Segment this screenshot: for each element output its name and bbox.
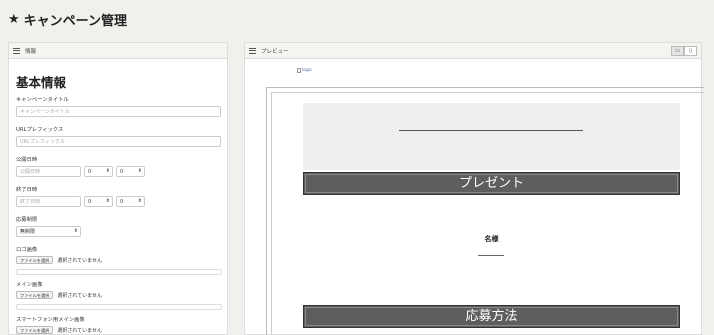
- basic-info-form: 基本情報 キャンペーンタイトル キャンペーンタイトル URLプレフィックス UR…: [9, 59, 227, 334]
- apply-limit-select[interactable]: 無制限: [16, 226, 81, 237]
- apply-method-banner: 応募方法: [303, 305, 680, 328]
- logo-image: logo: [297, 68, 312, 73]
- desktop-view-button[interactable]: ▭: [671, 46, 684, 56]
- url-prefix-input[interactable]: URLプレフィックス: [16, 136, 221, 147]
- winners-count-label: 名様: [484, 235, 499, 243]
- end-date-input[interactable]: 終了日時: [16, 196, 81, 207]
- info-panel-title: 情報: [25, 48, 37, 55]
- end-date-row: 終了日時 0 0: [16, 196, 220, 207]
- info-panel-header: 情報: [9, 43, 227, 59]
- preview-panel: プレビュー ▭ ▯ logo プレゼント 名様 応募方法: [244, 42, 704, 335]
- publish-minute-select[interactable]: 0: [116, 166, 145, 177]
- publish-date-row: 公開日時 0 0: [16, 166, 220, 177]
- title-divider: [399, 130, 583, 131]
- sp-main-file-button[interactable]: ファイルを選択: [16, 326, 54, 334]
- sp-main-file-status: 選択されていません: [57, 327, 103, 334]
- campaign-title-label: キャンペーンタイトル: [16, 97, 69, 103]
- list-icon: [13, 47, 20, 54]
- main-image-label: メイン画像: [16, 282, 43, 288]
- sp-main-image-label: スマートフォン用メイン画像: [16, 317, 85, 323]
- mobile-view-button[interactable]: ▯: [684, 46, 697, 56]
- info-panel: 情報 基本情報 キャンペーンタイトル キャンペーンタイトル URLプレフィックス…: [8, 42, 228, 335]
- url-prefix-label: URLプレフィックス: [16, 127, 64, 133]
- logo-preview-box: [16, 269, 222, 275]
- view-toggle: ▭ ▯: [671, 46, 697, 56]
- preview-panel-header: プレビュー ▭ ▯: [245, 43, 701, 59]
- main-image-file-row: ファイルを選択 選択されていません: [16, 291, 220, 299]
- basic-info-heading: 基本情報: [16, 75, 67, 90]
- logo-file-button[interactable]: ファイルを選択: [16, 256, 54, 264]
- star-icon: ★: [8, 12, 20, 27]
- winners-divider: [478, 255, 504, 256]
- main-preview-box: [16, 304, 222, 310]
- end-hour-select[interactable]: 0: [84, 196, 113, 207]
- logo-image-label: ロゴ画像: [16, 247, 38, 253]
- preview-frame: プレゼント 名様 応募方法: [266, 87, 704, 335]
- present-banner: プレゼント: [303, 172, 680, 195]
- preview-panel-title: プレビュー: [261, 48, 289, 55]
- sp-main-image-file-row: ファイルを選択 選択されていません: [16, 326, 220, 334]
- main-image-placeholder: [303, 103, 680, 170]
- preview-content: プレゼント 名様 応募方法: [271, 92, 704, 335]
- logo-file-status: 選択されていません: [57, 257, 103, 264]
- main-file-button[interactable]: ファイルを選択: [16, 291, 54, 299]
- logo-alt-text: logo: [302, 68, 312, 73]
- end-minute-select[interactable]: 0: [116, 196, 145, 207]
- broken-image-icon: [297, 68, 301, 73]
- main-file-status: 選択されていません: [57, 292, 103, 299]
- publish-hour-select[interactable]: 0: [84, 166, 113, 177]
- logo-image-file-row: ファイルを選択 選択されていません: [16, 256, 220, 264]
- page-title: ★ キャンペーン管理: [8, 10, 127, 29]
- publish-date-label: 公開日時: [16, 157, 38, 163]
- list-icon: [249, 47, 256, 54]
- page-title-text: キャンペーン管理: [23, 14, 128, 29]
- end-date-label: 終了日時: [16, 187, 38, 193]
- publish-date-input[interactable]: 公開日時: [16, 166, 81, 177]
- apply-limit-label: 応募制限: [16, 217, 38, 223]
- campaign-title-input[interactable]: キャンペーンタイトル: [16, 106, 221, 117]
